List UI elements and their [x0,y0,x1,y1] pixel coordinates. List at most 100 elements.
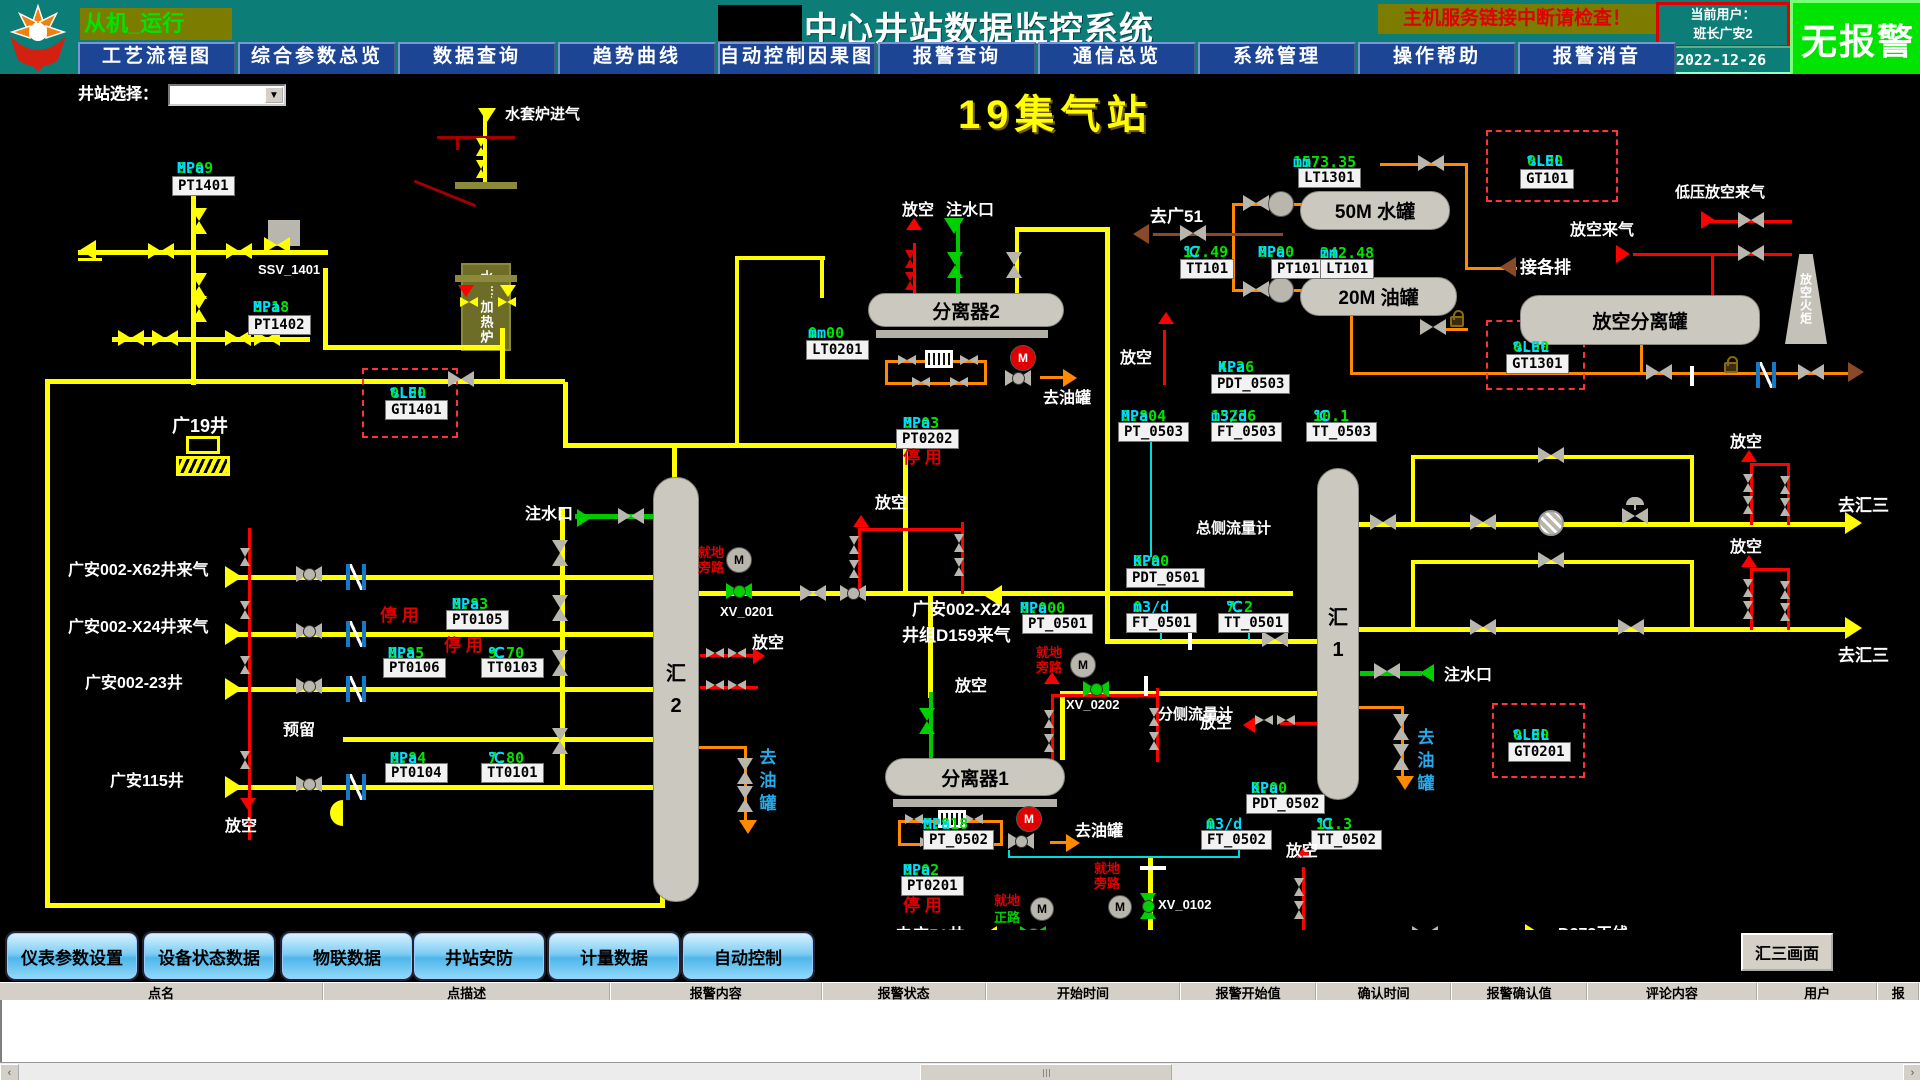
table-header-5[interactable]: 报警开始值 [1181,983,1316,1001]
valve[interactable] [919,708,935,734]
footer-button-1[interactable]: 设备状态数据 [144,933,274,979]
valve[interactable] [737,758,753,784]
valve[interactable] [728,680,746,690]
instrument-tag[interactable]: PT_0502 [923,830,994,850]
valve[interactable] [1646,364,1672,380]
valve[interactable] [552,540,568,566]
valve[interactable] [1262,631,1288,647]
instrument-tag[interactable]: FT_0503 [1211,422,1282,442]
valve[interactable] [1470,514,1496,530]
instrument-tag[interactable]: LT0201 [806,340,869,360]
valve[interactable] [1044,710,1054,728]
valve[interactable] [148,243,174,259]
valve[interactable] [1780,581,1790,599]
menu-button-8[interactable]: 操作帮助 [1358,42,1516,76]
valve[interactable] [737,786,753,812]
table-header-10[interactable]: 报 [1878,983,1920,1001]
valve[interactable] [950,377,968,387]
instrument-tag[interactable]: PT_0503 [1118,422,1189,442]
valve[interactable] [1538,552,1564,568]
valve[interactable] [960,355,978,365]
valve[interactable] [849,536,859,554]
valve[interactable] [1470,619,1496,635]
valve[interactable] [1622,508,1648,524]
footer-button-4[interactable]: 计量数据 [549,933,679,979]
valve[interactable] [954,534,964,552]
valve[interactable] [1008,833,1034,849]
valve[interactable] [1294,901,1304,919]
menu-button-4[interactable]: 自动控制因果图 [718,42,876,76]
valve[interactable] [849,560,859,578]
valve[interactable] [240,656,250,674]
instrument-tag[interactable]: FT_0502 [1201,830,1272,850]
table-header-0[interactable]: 点名 [0,983,324,1001]
valve[interactable] [1743,601,1753,619]
valve[interactable] [552,595,568,621]
valve[interactable] [296,678,322,694]
valve[interactable] [240,751,250,769]
scroll-right-button[interactable]: › [1903,1064,1920,1080]
scroll-left-button[interactable]: ‹ [0,1064,19,1080]
valve[interactable] [706,648,724,658]
valve[interactable] [460,297,478,307]
valve[interactable] [905,814,923,824]
valve[interactable] [1005,370,1031,386]
menu-button-3[interactable]: 趋势曲线 [558,42,716,76]
horizontal-scrollbar[interactable]: ‹ › [0,1062,1920,1080]
menu-button-1[interactable]: 综合参数总览 [238,42,396,76]
valve[interactable] [1738,212,1764,228]
valve[interactable] [296,623,322,639]
footer-button-3[interactable]: 井站安防 [414,933,544,979]
valve[interactable] [1294,878,1304,896]
valve[interactable] [1780,498,1790,516]
valve[interactable] [448,371,474,387]
valve[interactable] [898,355,916,365]
valve[interactable] [226,243,252,259]
table-header-3[interactable]: 报警状态 [823,983,987,1001]
valve[interactable] [1370,514,1396,530]
instrument-tag[interactable]: PT0201 [901,876,964,896]
valve[interactable] [726,583,752,599]
instrument-tag[interactable]: GT1301 [1506,354,1569,374]
station-select-dropdown[interactable]: ▼ [168,84,286,106]
valve[interactable] [1418,155,1444,171]
valve[interactable] [728,648,746,658]
valve[interactable] [1743,579,1753,597]
menu-button-2[interactable]: 数据查询 [398,42,556,76]
alarm-table-body[interactable] [0,1000,1920,1062]
valve[interactable] [1738,245,1764,261]
menu-button-9[interactable]: 报警消音 [1518,42,1676,76]
valve[interactable] [552,728,568,754]
menu-button-0[interactable]: 工艺流程图 [78,42,236,76]
valve[interactable] [905,272,915,290]
valve[interactable] [1618,619,1644,635]
footer-button-0[interactable]: 仪表参数设置 [7,933,137,979]
valve[interactable] [1374,663,1400,679]
valve[interactable] [1393,744,1409,770]
menu-button-6[interactable]: 通信总览 [1038,42,1196,76]
instrument-tag[interactable]: TT_0501 [1218,613,1289,633]
valve[interactable] [1180,225,1206,241]
valve[interactable] [800,585,826,601]
instrument-tag[interactable]: PDT_0501 [1126,568,1205,588]
valve[interactable] [498,297,516,307]
instrument-tag[interactable]: TT_0502 [1311,830,1382,850]
instrument-tag[interactable]: PT0105 [446,610,509,630]
instrument-tag[interactable]: TT_0503 [1306,422,1377,442]
instrument-tag[interactable]: PDT_0503 [1211,374,1290,394]
valve[interactable] [240,548,250,566]
instrument-tag[interactable]: LT101 [1320,259,1374,279]
valve[interactable] [1780,603,1790,621]
instrument-tag[interactable]: FT_0501 [1126,613,1197,633]
instrument-tag[interactable]: GT0201 [1508,742,1571,762]
instrument-tag[interactable]: GT101 [1520,169,1574,189]
no-alarm-indicator[interactable]: 无报警 [1790,0,1920,78]
valve[interactable] [240,601,250,619]
valve[interactable] [1780,476,1790,494]
valve[interactable] [1538,447,1564,463]
valve[interactable] [1743,496,1753,514]
footer-button-2[interactable]: 物联数据 [282,933,412,979]
valve[interactable] [1140,893,1156,919]
table-header-2[interactable]: 报警内容 [611,983,823,1001]
chevron-down-icon[interactable]: ▼ [265,87,283,103]
